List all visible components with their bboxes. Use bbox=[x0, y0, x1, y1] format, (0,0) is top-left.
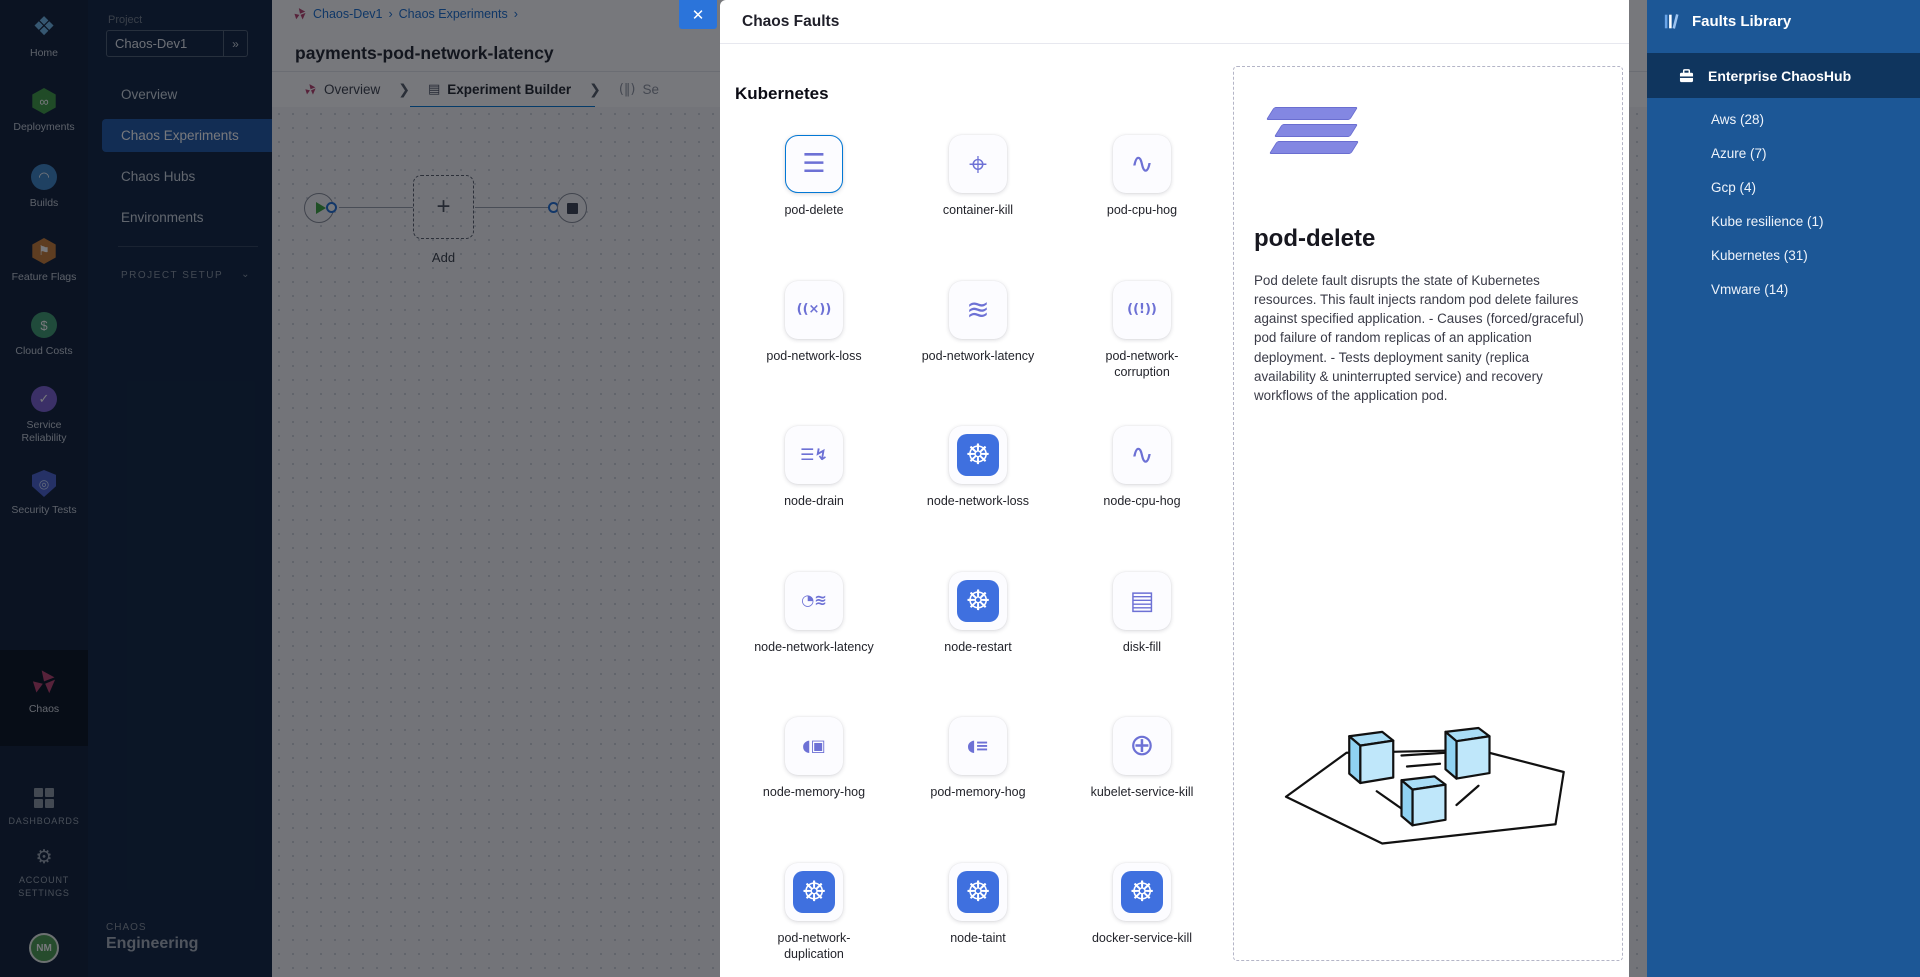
category-kube-resilience[interactable]: Kube resilience (1) bbox=[1647, 205, 1920, 239]
fault-card-pod-network-duplication[interactable]: pod-network-duplication bbox=[753, 863, 875, 977]
fault-category-list: Aws (28) Azure (7) Gcp (4) Kube resilien… bbox=[1647, 103, 1920, 307]
kubernetes-wheel-icon bbox=[957, 434, 999, 476]
fault-grid: pod-delete container-kill pod-cpu-hog po… bbox=[732, 135, 1230, 977]
modal-title: Chaos Faults bbox=[720, 0, 1629, 44]
disk-icon bbox=[1130, 588, 1155, 614]
fault-card-node-cpu-hog[interactable]: node-cpu-hog bbox=[1103, 426, 1180, 572]
node-drain-icon bbox=[800, 447, 828, 463]
fault-name: container-kill bbox=[943, 202, 1013, 219]
fault-card-pod-network-latency[interactable]: pod-network-latency bbox=[922, 281, 1035, 427]
close-icon: ✕ bbox=[692, 6, 705, 24]
fault-name: node-memory-hog bbox=[763, 784, 865, 801]
fault-card-docker-service-kill[interactable]: docker-service-kill bbox=[1092, 863, 1192, 977]
crosshair-icon bbox=[969, 148, 987, 180]
cpu-pulse-icon bbox=[1130, 441, 1153, 469]
fault-name: node-network-loss bbox=[927, 493, 1029, 510]
gauge-waves-icon bbox=[801, 593, 827, 608]
category-vmware[interactable]: Vmware (14) bbox=[1647, 273, 1920, 307]
fault-card-node-memory-hog[interactable]: node-memory-hog bbox=[763, 717, 865, 863]
app-root: ❖ Home ∞ Deployments ◠ Builds ⚑ Feature … bbox=[0, 0, 1920, 977]
chaos-faults-modal: Chaos Faults Kubernetes pod-delete conta… bbox=[720, 0, 1629, 977]
fault-detail-description: Pod delete fault disrupts the state of K… bbox=[1254, 271, 1590, 405]
fault-card-pod-delete[interactable]: pod-delete bbox=[784, 135, 843, 281]
fault-name: node-cpu-hog bbox=[1103, 493, 1180, 510]
fault-card-node-network-loss[interactable]: node-network-loss bbox=[927, 426, 1029, 572]
fault-card-pod-cpu-hog[interactable]: pod-cpu-hog bbox=[1107, 135, 1177, 281]
network-loss-icon bbox=[797, 303, 832, 316]
kubernetes-wheel-icon bbox=[957, 871, 999, 913]
fault-name: pod-network-latency bbox=[922, 348, 1035, 365]
fault-name: node-drain bbox=[784, 493, 844, 510]
fault-detail-panel: pod-delete Pod delete fault disrupts the… bbox=[1233, 66, 1623, 961]
fault-name: pod-delete bbox=[784, 202, 843, 219]
fault-card-node-restart[interactable]: node-restart bbox=[944, 572, 1011, 718]
fault-name: pod-network-loss bbox=[766, 348, 861, 365]
pod-delete-large-icon bbox=[1266, 103, 1355, 154]
library-icon bbox=[1664, 13, 1681, 30]
briefcase-icon bbox=[1679, 69, 1694, 83]
faults-section-title: Kubernetes bbox=[735, 84, 829, 104]
hub-label: Enterprise ChaosHub bbox=[1708, 68, 1851, 84]
fault-name: pod-network-duplication bbox=[753, 930, 875, 963]
faults-library-title: Faults Library bbox=[1692, 13, 1791, 30]
network-latency-icon bbox=[966, 296, 989, 324]
hub-item-enterprise-chaoshub[interactable]: Enterprise ChaosHub bbox=[1647, 53, 1920, 98]
fault-name: docker-service-kill bbox=[1092, 930, 1192, 947]
fault-name: node-network-latency bbox=[754, 639, 874, 656]
kubernetes-wheel-icon bbox=[957, 580, 999, 622]
fault-name: pod-network-corruption bbox=[1081, 348, 1203, 381]
target-icon bbox=[1129, 731, 1154, 761]
fault-card-kubelet-service-kill[interactable]: kubelet-service-kill bbox=[1091, 717, 1194, 863]
category-gcp[interactable]: Gcp (4) bbox=[1647, 171, 1920, 205]
kubernetes-wheel-icon bbox=[793, 871, 835, 913]
fault-card-node-drain[interactable]: node-drain bbox=[784, 426, 844, 572]
memory-hog-icon bbox=[802, 738, 826, 754]
faults-library-sidebar: Faults Library Enterprise ChaosHub Aws (… bbox=[1647, 0, 1920, 977]
fault-card-container-kill[interactable]: container-kill bbox=[943, 135, 1013, 281]
pod-topology-illustration bbox=[1264, 697, 1594, 902]
category-kubernetes[interactable]: Kubernetes (31) bbox=[1647, 239, 1920, 273]
network-corruption-icon bbox=[1127, 303, 1157, 316]
kubernetes-wheel-icon bbox=[1121, 871, 1163, 913]
fault-name: disk-fill bbox=[1123, 639, 1161, 656]
faults-library-header: Faults Library bbox=[1647, 0, 1920, 30]
fault-card-node-taint[interactable]: node-taint bbox=[949, 863, 1007, 977]
fault-card-pod-memory-hog[interactable]: pod-memory-hog bbox=[930, 717, 1025, 863]
category-azure[interactable]: Azure (7) bbox=[1647, 137, 1920, 171]
fault-name: pod-cpu-hog bbox=[1107, 202, 1177, 219]
fault-card-pod-network-corruption[interactable]: pod-network-corruption bbox=[1081, 281, 1203, 427]
fault-name: node-taint bbox=[950, 930, 1006, 947]
memory-hog-icon bbox=[967, 738, 989, 754]
fault-name: node-restart bbox=[944, 639, 1011, 656]
fault-card-node-network-latency[interactable]: node-network-latency bbox=[754, 572, 874, 718]
fault-card-disk-fill[interactable]: disk-fill bbox=[1113, 572, 1171, 718]
category-aws[interactable]: Aws (28) bbox=[1647, 103, 1920, 137]
pod-stack-icon bbox=[802, 151, 825, 177]
cpu-pulse-icon bbox=[1130, 150, 1153, 178]
close-button[interactable]: ✕ bbox=[679, 0, 717, 29]
fault-name: pod-memory-hog bbox=[930, 784, 1025, 801]
fault-detail-title: pod-delete bbox=[1254, 225, 1375, 253]
fault-name: kubelet-service-kill bbox=[1091, 784, 1194, 801]
fault-card-pod-network-loss[interactable]: pod-network-loss bbox=[766, 281, 861, 427]
